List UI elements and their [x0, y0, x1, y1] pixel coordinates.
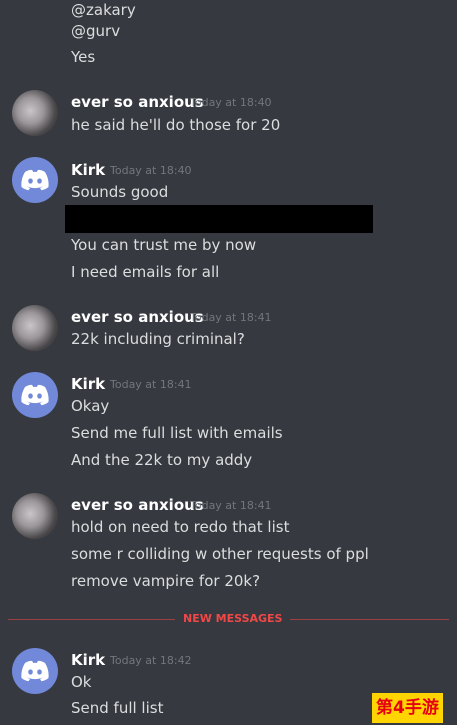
username[interactable]: ever so anxious: [71, 495, 204, 515]
timestamp: Today at 18:41: [190, 311, 272, 324]
message-line: And the 22k to my addy: [71, 451, 253, 469]
timestamp: Today at 18:41: [110, 378, 192, 391]
avatar[interactable]: [12, 372, 58, 418]
message-line: Okay: [71, 397, 110, 415]
avatar[interactable]: [12, 493, 58, 539]
timestamp: Today at 18:42: [110, 654, 192, 667]
chat-messages: @zakary @gurv Yes ever so anxious Today …: [0, 0, 457, 725]
message-line: Ok: [71, 673, 92, 691]
message-line: Send me full list with emails: [71, 424, 283, 442]
username[interactable]: Kirk: [71, 160, 105, 180]
avatar[interactable]: [12, 648, 58, 694]
message-line: Send full list: [71, 699, 164, 717]
message-line: remove vampire for 20k?: [71, 572, 261, 590]
discord-logo-icon: [21, 384, 49, 406]
message-line: he said he'll do those for 20: [71, 116, 281, 134]
message-line: some r colliding w other requests of ppl: [71, 545, 369, 563]
message-line: Yes: [71, 48, 96, 66]
avatar[interactable]: [12, 90, 58, 136]
timestamp: Today at 18:40: [190, 96, 272, 109]
username[interactable]: Kirk: [71, 650, 105, 670]
discord-logo-icon: [21, 660, 49, 682]
new-messages-label: NEW MESSAGES: [175, 610, 291, 628]
discord-logo-icon: [21, 169, 49, 191]
message-line: @zakary: [71, 1, 136, 19]
redaction-bar: [65, 205, 373, 233]
timestamp: Today at 18:41: [190, 499, 272, 512]
message-line: 22k including criminal?: [71, 330, 245, 348]
message-line: @gurv: [71, 22, 121, 40]
message-line: hold on need to redo that list: [71, 518, 290, 536]
avatar[interactable]: [12, 157, 58, 203]
watermark: 第4手游: [372, 693, 443, 723]
avatar[interactable]: [12, 305, 58, 351]
timestamp: Today at 18:40: [110, 164, 192, 177]
username[interactable]: Kirk: [71, 374, 105, 394]
message-line: You can trust me by now: [71, 236, 257, 254]
username[interactable]: ever so anxious: [71, 92, 204, 112]
message-line: Sounds good: [71, 183, 169, 201]
message-line: I need emails for all: [71, 263, 220, 281]
username[interactable]: ever so anxious: [71, 307, 204, 327]
